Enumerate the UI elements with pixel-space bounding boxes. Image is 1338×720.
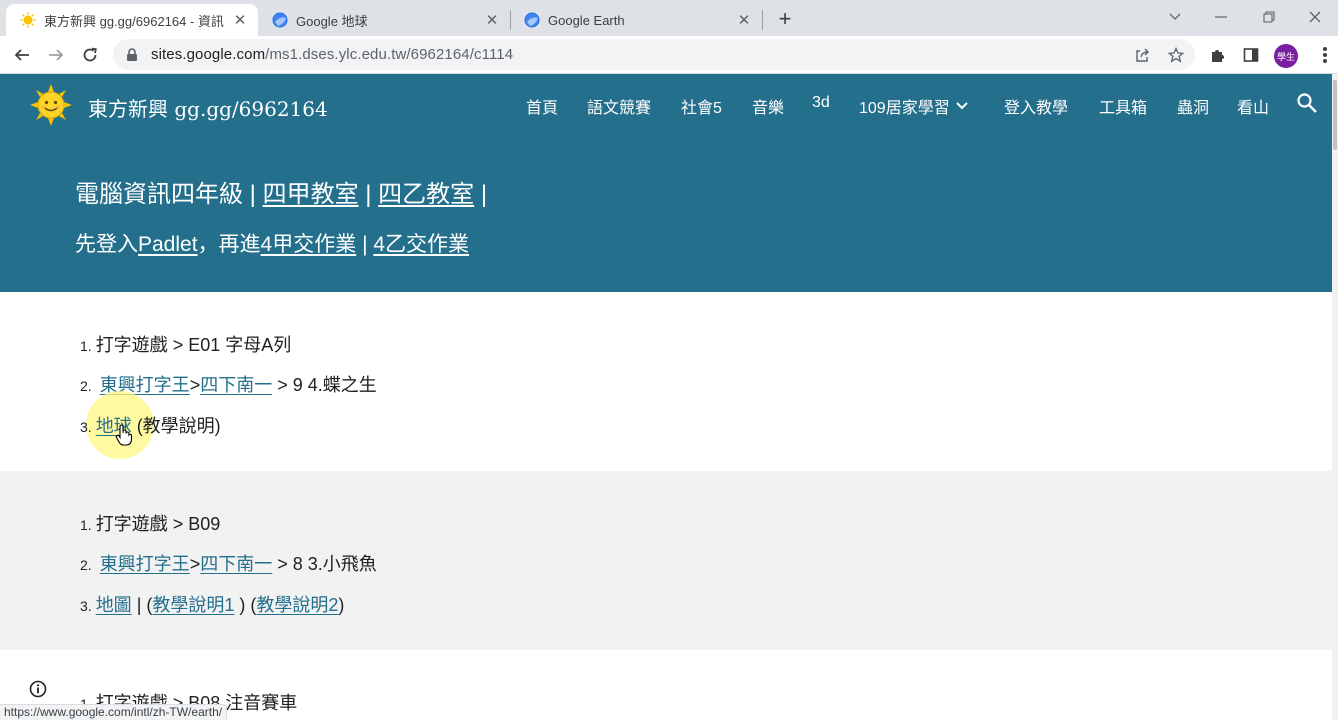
item-separator: > xyxy=(189,554,201,574)
nav-item-social5[interactable]: 社會5 xyxy=(681,94,722,118)
list-number: 3. xyxy=(80,598,92,614)
link-map[interactable]: 地圖 xyxy=(96,591,132,617)
item-text: 打字遊戲 > E01 字母A列 xyxy=(95,335,292,355)
link-4b-homework[interactable]: 4乙交作業 xyxy=(373,233,469,256)
site-title[interactable]: 東方新興 gg.gg/6962164 xyxy=(88,93,328,122)
item-text: | ( xyxy=(131,595,153,615)
nav-item-label: 109居家學習 xyxy=(859,100,950,117)
hero-text: 電腦資訊四年級 | xyxy=(75,181,263,208)
item-text: ) ( xyxy=(234,595,257,615)
link-grade4-nanyi[interactable]: 四下南一 xyxy=(200,550,272,576)
list-item: 2. 東興打字王 > 四下南一 > 8 3.小飛魚 xyxy=(80,550,377,576)
sun-favicon-icon xyxy=(20,12,36,28)
share-icon[interactable] xyxy=(1131,44,1153,66)
nav-item-mountain[interactable]: 看山 xyxy=(1237,94,1269,118)
url-text: sites.google.com/ms1.dses.ylc.edu.tw/696… xyxy=(151,46,513,63)
url-path: /ms1.dses.ylc.edu.tw/6962164/c1114 xyxy=(265,46,514,63)
hero-separator: | xyxy=(474,181,488,208)
item-text: 打字遊戲 > B09 xyxy=(95,514,221,534)
nav-item-toolbox[interactable]: 工具箱 xyxy=(1099,94,1147,118)
link-typing-king[interactable]: 東興打字王 xyxy=(100,550,190,576)
nav-item-3d[interactable]: 3d xyxy=(812,94,830,112)
info-icon[interactable] xyxy=(29,680,47,698)
search-icon[interactable] xyxy=(1296,92,1318,114)
hero-line-2: 先登入Padlet，再進4甲交作業 | 4乙交作業 xyxy=(75,228,469,258)
hero-separator: | xyxy=(356,233,374,256)
status-bar-url: https://www.google.com/intl/zh-TW/earth/ xyxy=(0,704,228,720)
link-tutorial-1[interactable]: 教學說明1 xyxy=(152,591,234,617)
url-host: sites.google.com xyxy=(151,46,266,63)
side-panel-icon[interactable] xyxy=(1240,44,1262,66)
item-text: ) xyxy=(338,595,345,615)
item-text: > 8 3.小飛魚 xyxy=(272,554,377,574)
hero-line-1: 電腦資訊四年級 | 四甲教室 | 四乙教室 | xyxy=(75,174,487,209)
page-scrollbar[interactable] xyxy=(1332,74,1338,720)
item-separator: > xyxy=(189,375,201,395)
hero-text: ，再進 xyxy=(197,233,261,256)
nav-item-language-contest[interactable]: 語文競賽 xyxy=(587,94,651,118)
site-header: 東方新興 gg.gg/6962164 首頁 語文競賽 社會5 音樂 3d 109… xyxy=(0,74,1338,292)
nav-item-home[interactable]: 首頁 xyxy=(526,94,558,118)
new-tab-button[interactable]: + xyxy=(772,6,798,32)
item-text: > 9 4.蝶之生 xyxy=(272,375,377,395)
nav-item-home-learning[interactable]: 109居家學習 xyxy=(859,94,968,118)
profile-avatar[interactable]: 學生 xyxy=(1274,44,1298,68)
more-menu-icon[interactable] xyxy=(1318,44,1332,66)
restore-icon[interactable] xyxy=(1246,4,1292,30)
tab-title: 東方新興 gg.gg/6962164 - 資訊 xyxy=(44,13,224,29)
address-bar[interactable]: sites.google.com/ms1.dses.ylc.edu.tw/696… xyxy=(113,39,1195,70)
tab-strip: 東方新興 gg.gg/6962164 - 資訊 ✕ Google 地球 ✕ Go… xyxy=(0,0,1338,36)
link-grade4-nanyi[interactable]: 四下南一 xyxy=(200,371,272,397)
minimize-icon[interactable] xyxy=(1198,4,1244,30)
tab-title: Google Earth xyxy=(548,12,625,28)
earth-favicon-icon xyxy=(272,12,288,28)
list-item: 3. 地球 (教學說明) xyxy=(80,412,221,438)
close-window-icon[interactable] xyxy=(1292,4,1338,30)
browser-toolbar: sites.google.com/ms1.dses.ylc.edu.tw/696… xyxy=(0,36,1338,74)
scrollbar-thumb[interactable] xyxy=(1333,80,1337,150)
back-icon[interactable] xyxy=(8,41,36,69)
sun-logo-icon[interactable] xyxy=(30,84,72,126)
nav-item-music[interactable]: 音樂 xyxy=(752,94,784,118)
hand-cursor-icon xyxy=(115,424,133,446)
close-tab-icon[interactable]: ✕ xyxy=(232,12,248,29)
tab-active[interactable]: 東方新興 gg.gg/6962164 - 資訊 ✕ xyxy=(6,4,258,36)
nav-item-login-tutorial[interactable]: 登入教學 xyxy=(1004,94,1068,118)
link-class-4b[interactable]: 四乙教室 xyxy=(378,181,474,208)
lock-icon xyxy=(127,47,137,61)
tab-search-icon[interactable] xyxy=(1152,4,1198,30)
hero-separator: | xyxy=(358,181,379,208)
tab-google-earth-zh[interactable]: Google 地球 ✕ xyxy=(258,4,510,36)
list-item: 3. 地圖 | ( 教學說明1 ) ( 教學說明2 ) xyxy=(80,591,344,617)
tab-divider xyxy=(762,10,763,30)
chevron-down-icon xyxy=(955,99,968,113)
extensions-puzzle-icon[interactable] xyxy=(1207,44,1229,66)
nav-item-wormhole[interactable]: 蟲洞 xyxy=(1177,94,1209,118)
link-4a-homework[interactable]: 4甲交作業 xyxy=(261,233,357,256)
hero-text: 先登入 xyxy=(75,233,138,256)
list-number: 2. xyxy=(80,557,92,573)
link-tutorial-2[interactable]: 教學說明2 xyxy=(256,591,338,617)
close-tab-icon[interactable]: ✕ xyxy=(736,12,752,29)
list-number: 1. xyxy=(80,338,92,354)
link-class-4a[interactable]: 四甲教室 xyxy=(263,181,359,208)
close-tab-icon[interactable]: ✕ xyxy=(484,12,500,29)
tab-google-earth[interactable]: Google Earth ✕ xyxy=(510,4,762,36)
list-number: 3. xyxy=(80,419,92,435)
earth-favicon-icon xyxy=(524,12,540,28)
list-item: 1. 打字遊戲 > E01 字母A列 xyxy=(80,331,291,357)
list-number: 2. xyxy=(80,378,92,394)
item-text: (教學說明) xyxy=(131,416,221,436)
link-padlet[interactable]: Padlet xyxy=(138,233,198,256)
reload-icon[interactable] xyxy=(76,41,104,69)
forward-icon[interactable] xyxy=(42,41,70,69)
tab-title: Google 地球 xyxy=(296,13,368,29)
list-item: 1. 打字遊戲 > B09 xyxy=(80,510,220,536)
list-number: 1. xyxy=(80,517,92,533)
bookmark-star-icon[interactable] xyxy=(1165,44,1187,66)
